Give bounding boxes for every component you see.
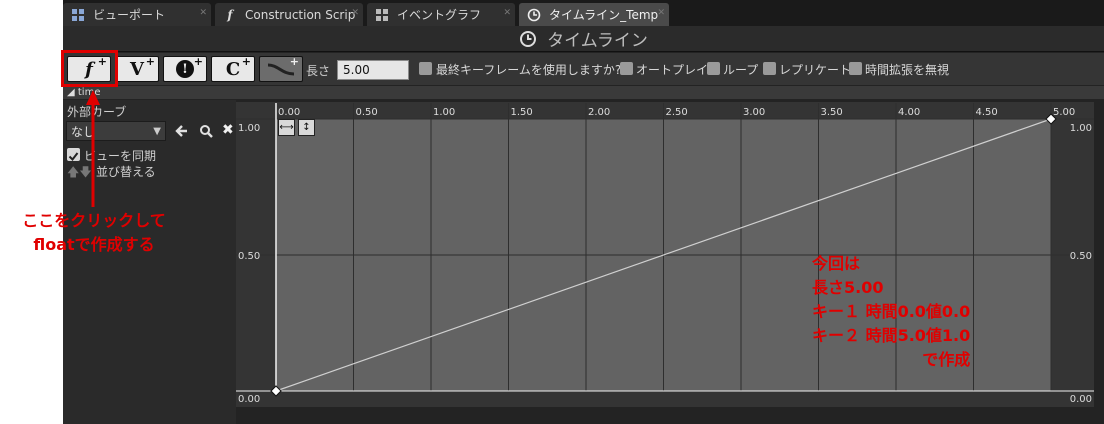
click-instruction-note: ここをクリックして floatで作成する <box>2 209 186 257</box>
tab-event-graph[interactable]: イベントグラフ ✕ <box>367 3 515 26</box>
clock-icon <box>520 30 537 47</box>
tab-close-icon[interactable]: ✕ <box>351 8 359 18</box>
red-arrow-icon <box>86 90 100 207</box>
use-last-keyframe-checkbox[interactable] <box>419 62 432 75</box>
length-input[interactable]: 5.00 <box>337 60 409 80</box>
checkmark-icon <box>68 152 79 162</box>
x-tick-label: 5.00 <box>1053 107 1075 118</box>
autoplay-label: オートプレイ <box>636 63 709 77</box>
ignore-time-dilation-checkbox[interactable] <box>849 62 862 75</box>
x-tick-label: 3.50 <box>821 107 843 118</box>
replicate-checkbox[interactable] <box>763 62 776 75</box>
tab-close-icon[interactable]: ✕ <box>503 8 511 18</box>
x-tick-label: 1.50 <box>511 107 533 118</box>
sort-label: 並び替える <box>96 165 156 179</box>
info-line: 今回は <box>812 254 861 273</box>
plus-icon: + <box>241 55 251 68</box>
page-title: タイムライン <box>547 31 648 51</box>
y-tick-label-left: 1.00 <box>238 123 260 134</box>
tab-label: イベントグラフ <box>397 8 482 22</box>
vector-icon: V <box>130 58 144 80</box>
info-line: 長さ5.00 <box>812 278 884 297</box>
add-event-track-button[interactable]: ! + <box>163 55 207 82</box>
clear-x-icon[interactable]: ✖ <box>222 122 234 138</box>
loop-checkbox[interactable] <box>707 62 720 75</box>
loop-label: ループ <box>723 63 759 77</box>
use-last-keyframe-label: 最終キーフレームを使用しますか? <box>436 63 622 77</box>
length-label: 長さ <box>306 64 331 78</box>
x-tick-label: 1.00 <box>433 107 455 118</box>
fit-horizontal-icon[interactable]: ⟷ <box>278 119 295 136</box>
click-note-line2: floatで作成する <box>33 235 155 254</box>
add-external-curve-button[interactable]: + <box>259 55 303 82</box>
color-icon: C <box>225 58 241 80</box>
x-tick-label: 4.50 <box>976 107 998 118</box>
info-note: 今回は 長さ5.00 キー１ 時間0.0値0.0 キー２ 時間5.0値1.0 で… <box>812 252 970 372</box>
y-tick-label-right: 1.00 <box>1070 123 1092 134</box>
chevron-down-icon: ▼ <box>153 126 161 137</box>
tab-timeline-temp[interactable]: タイムライン_Temp ✕ <box>519 3 669 26</box>
y-tick-label-left: 0.50 <box>238 251 260 262</box>
grid-icon <box>375 8 389 22</box>
y-tick-label-right: 0.50 <box>1070 251 1092 262</box>
browse-search-icon[interactable] <box>199 124 213 138</box>
tab-label: タイムライン_Temp <box>549 8 659 22</box>
info-line: で作成 <box>922 350 971 369</box>
fit-vertical-icon[interactable]: ↕ <box>298 119 315 136</box>
x-tick-label: 4.00 <box>898 107 920 118</box>
tab-label: Construction Scrip <box>245 7 356 22</box>
event-icon: ! <box>176 60 194 78</box>
key-point[interactable] <box>270 385 282 397</box>
timeline-title-bar: タイムライン <box>63 26 1104 52</box>
ignore-time-dilation-label: 時間拡張を無視 <box>865 63 950 77</box>
tab-close-icon[interactable]: ✕ <box>199 8 207 18</box>
tab-viewport[interactable]: ビューポート ✕ <box>63 3 211 26</box>
collapse-triangle-icon[interactable]: ◢ <box>67 87 78 98</box>
tab-bar: ビューポート ✕ f Construction Scrip ✕ イベントグラフ … <box>63 0 1104 26</box>
click-note-line1: ここをクリックして <box>22 211 166 230</box>
clock-icon <box>527 8 541 22</box>
track-header[interactable]: ◢ time <box>63 86 1104 99</box>
info-line: キー２ 時間5.0値1.0 <box>812 326 971 345</box>
use-selected-arrow-icon[interactable] <box>175 124 189 138</box>
external-curve-select[interactable]: なし ▼ <box>66 121 166 141</box>
x-tick-label: 3.00 <box>743 107 765 118</box>
sync-view-checkbox[interactable] <box>67 148 80 162</box>
add-vector-track-button[interactable]: V + <box>115 55 159 82</box>
highlight-box <box>61 50 118 87</box>
x-tick-label: 2.50 <box>666 107 688 118</box>
replicate-label: レプリケート <box>779 63 852 77</box>
x-tick-label: 2.00 <box>588 107 610 118</box>
plus-icon: + <box>289 55 299 68</box>
grid-icon <box>71 8 85 22</box>
tab-construction-script[interactable]: f Construction Scrip ✕ <box>215 3 363 26</box>
autoplay-checkbox[interactable] <box>620 62 633 75</box>
y-tick-label-right: 0.00 <box>1070 394 1092 405</box>
x-tick-label: 0.50 <box>356 107 378 118</box>
plus-icon: + <box>145 55 155 68</box>
tab-label: ビューポート <box>93 8 166 22</box>
info-line: キー１ 時間0.0値0.0 <box>812 302 971 321</box>
tab-close-icon[interactable]: ✕ <box>657 8 665 18</box>
y-tick-label-left: 0.00 <box>238 394 260 405</box>
function-icon: f <box>227 7 233 22</box>
add-color-track-button[interactable]: C + <box>211 55 255 82</box>
x-tick-label: 0.00 <box>278 107 300 118</box>
plus-icon: + <box>193 55 203 68</box>
